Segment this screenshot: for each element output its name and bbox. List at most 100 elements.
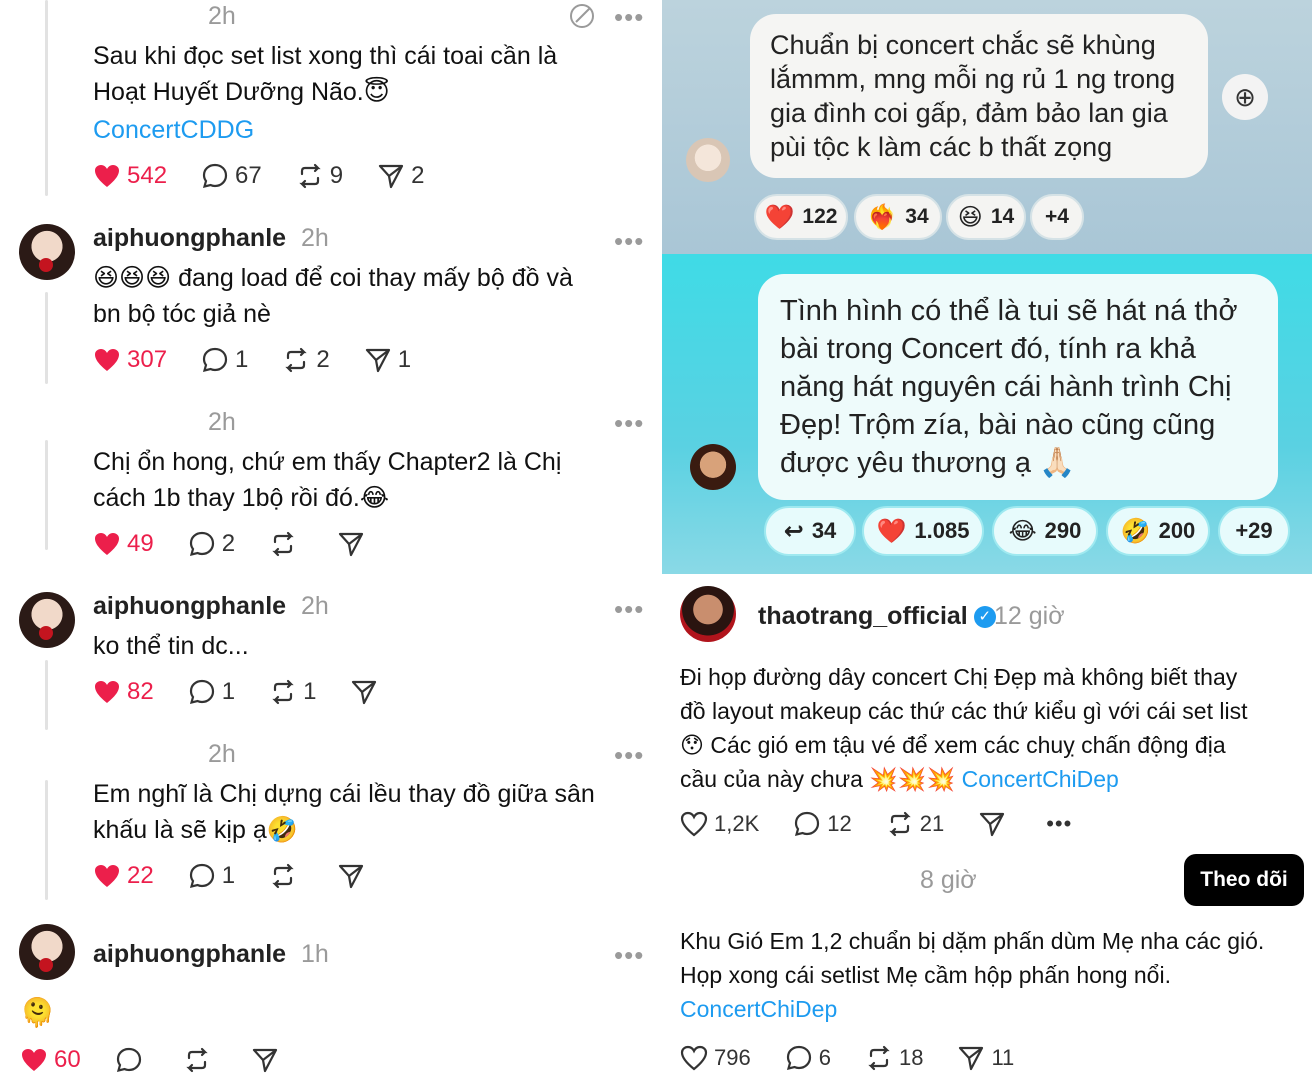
share-button[interactable]: 1 xyxy=(364,346,411,374)
message-line: gia đình coi gấp, đảm bảo lan gia xyxy=(770,98,1168,128)
more-options-icon[interactable]: ••• xyxy=(614,4,644,30)
like-count: 49 xyxy=(127,530,154,557)
more-options-icon[interactable]: ••• xyxy=(614,596,644,622)
edit-icon[interactable] xyxy=(568,2,596,30)
heart-icon xyxy=(95,165,119,187)
like-button[interactable]: 307 xyxy=(93,346,167,374)
avatar[interactable] xyxy=(19,224,75,280)
reply-button[interactable] xyxy=(115,1046,149,1074)
post-time: 2h xyxy=(208,2,236,30)
repost-button[interactable]: 2 xyxy=(282,346,330,374)
username[interactable]: aiphuongphanle xyxy=(93,592,286,621)
reply-button[interactable]: 1 xyxy=(188,862,235,890)
share-button[interactable] xyxy=(337,862,371,890)
more-options-icon[interactable]: ••• xyxy=(614,228,644,254)
share-button[interactable] xyxy=(350,678,384,706)
more-options-icon[interactable]: ••• xyxy=(614,942,644,968)
comment-icon xyxy=(189,679,214,705)
reply-button[interactable]: 1 xyxy=(188,678,235,706)
send-icon xyxy=(980,812,1005,837)
comment-icon xyxy=(189,863,214,889)
send-icon xyxy=(252,1048,277,1073)
hashtag-link[interactable]: ConcertChiDep xyxy=(680,992,1264,1026)
avatar[interactable] xyxy=(690,444,736,490)
add-reaction-icon[interactable]: ⊕ xyxy=(1222,74,1268,120)
more-reactions-pill[interactable]: +4 xyxy=(1030,194,1084,240)
post-text-line: Khu Gió Em 1,2 chuẩn bị dặm phấn dùm Mẹ … xyxy=(680,928,1265,954)
repost-button[interactable] xyxy=(269,862,303,890)
like-button[interactable]: 49 xyxy=(93,530,154,558)
send-icon xyxy=(338,864,364,889)
share-button[interactable]: 2 xyxy=(377,162,424,190)
avatar[interactable] xyxy=(680,586,736,642)
reaction-count: 1.085 xyxy=(914,518,970,543)
reply-count: 67 xyxy=(235,162,262,189)
send-icon xyxy=(352,680,377,705)
avatar[interactable] xyxy=(19,924,75,980)
reply-button[interactable]: 2 xyxy=(188,530,235,558)
more-options-icon[interactable]: ••• xyxy=(614,410,644,436)
username[interactable]: aiphuongphanle xyxy=(93,224,286,253)
like-count: 60 xyxy=(54,1046,81,1073)
repost-button[interactable] xyxy=(269,530,303,558)
repost-button[interactable]: 21 xyxy=(886,810,944,838)
reply-button[interactable]: 6 xyxy=(785,1044,831,1072)
reaction-pill[interactable]: ❤️‍🔥 34 xyxy=(854,194,942,240)
repost-icon xyxy=(272,863,294,889)
reply-button[interactable]: 1 xyxy=(201,346,248,374)
hashtag-link[interactable]: ConcertChiDep xyxy=(962,766,1119,792)
like-count: 1,2K xyxy=(714,811,760,836)
post-text-line: Sau khi đọc set list xong thì cái toai c… xyxy=(93,42,558,70)
username[interactable]: thaotrang_official ✓ xyxy=(758,602,996,631)
laughing-face-icon: 😆 xyxy=(957,203,983,231)
reaction-pill[interactable]: 😂 290 xyxy=(992,506,1098,556)
more-reactions-pill[interactable]: +29 xyxy=(1218,506,1290,556)
follow-button[interactable]: Theo dõi xyxy=(1184,854,1304,906)
like-button[interactable]: 22 xyxy=(93,862,154,890)
post-text-line: Chị ổn hong, chứ em thấy Chapter2 là Chị xyxy=(93,448,562,476)
reaction-count: 14 xyxy=(990,205,1015,228)
reaction-pill[interactable]: ❤️ 122 xyxy=(754,194,848,240)
reaction-pill[interactable]: 🤣 200 xyxy=(1106,506,1210,556)
username[interactable]: aiphuongphanle xyxy=(93,940,286,969)
repost-count: 9 xyxy=(329,162,344,189)
avatar[interactable] xyxy=(686,138,730,182)
left-thread-panel: 2h ••• Sau khi đọc set list xong thì cái… xyxy=(0,0,662,1080)
repost-button[interactable]: 18 xyxy=(865,1044,923,1072)
share-button[interactable] xyxy=(337,530,371,558)
post-text-line: Đi họp đường dây concert Chị Đẹp mà khôn… xyxy=(680,664,1238,690)
send-icon xyxy=(959,1046,984,1071)
reaction-pill[interactable]: 😆 14 xyxy=(946,194,1026,240)
heart-icon xyxy=(95,349,119,371)
more-options-icon[interactable]: ••• xyxy=(614,742,644,768)
reply-pill[interactable]: ↩ 34 xyxy=(764,506,856,556)
like-button[interactable]: 82 xyxy=(93,678,154,706)
repost-count: 21 xyxy=(919,811,945,836)
reply-button[interactable]: 67 xyxy=(201,162,262,190)
share-button[interactable] xyxy=(251,1046,285,1074)
heart-icon xyxy=(95,865,119,887)
like-button[interactable]: 796 xyxy=(680,1044,751,1072)
post-text: Chị ổn hong, chứ em thấy Chapter2 là Chị… xyxy=(93,444,561,516)
like-button[interactable]: 60 xyxy=(20,1046,81,1074)
share-button[interactable] xyxy=(978,810,1012,838)
share-button[interactable]: 11 xyxy=(957,1044,1014,1072)
like-button[interactable]: 542 xyxy=(93,162,167,190)
repost-icon xyxy=(868,1045,890,1071)
reply-arrow-icon: ↩ xyxy=(783,517,804,545)
post-text: ko thể tin dc... xyxy=(93,632,249,660)
hashtag-link[interactable]: ConcertCDDG xyxy=(93,116,254,145)
thread-line xyxy=(45,0,48,196)
like-button[interactable]: 1,2K xyxy=(680,810,759,838)
repost-button[interactable]: 9 xyxy=(296,162,343,190)
repost-button[interactable] xyxy=(183,1046,217,1074)
channel-message-panel: Chuẩn bị concert chắc sẽ khùng lắmmm, mn… xyxy=(662,0,1312,254)
repost-button[interactable]: 1 xyxy=(269,678,316,706)
thread-line xyxy=(45,292,48,384)
more-options-icon[interactable]: ••• xyxy=(1046,811,1072,837)
reaction-pill[interactable]: ❤️ 1.085 xyxy=(862,506,984,556)
reaction-count: 290 xyxy=(1044,518,1082,543)
like-count: 307 xyxy=(127,346,168,373)
avatar[interactable] xyxy=(19,592,75,648)
reply-button[interactable]: 12 xyxy=(793,810,852,838)
